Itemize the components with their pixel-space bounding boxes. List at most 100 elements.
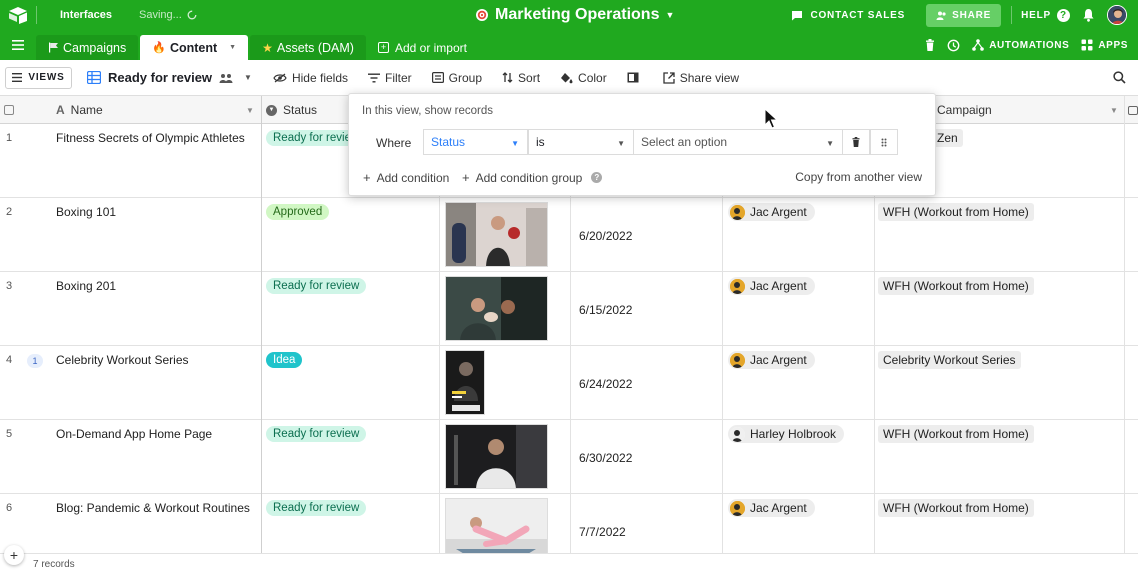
help-button[interactable]: HELP ? (1021, 8, 1070, 22)
attachment-thumbnail[interactable] (445, 424, 548, 489)
table-row[interactable]: 4 1 Celebrity Workout Series Idea 6/24/2… (0, 346, 1138, 420)
hamburger-menu-icon[interactable] (0, 30, 36, 60)
campaign-column-chevron-icon[interactable]: ▼ (1110, 106, 1118, 115)
status-badge[interactable]: Approved (266, 204, 330, 220)
views-button[interactable]: VIEWS (5, 66, 72, 89)
flag-icon (49, 42, 58, 53)
user-avatar[interactable] (1107, 5, 1127, 25)
trash-icon[interactable] (925, 39, 935, 51)
row-height-button[interactable] (627, 72, 639, 83)
owner-chip[interactable]: Jac Argent (728, 351, 815, 369)
attachment-thumbnail[interactable] (445, 350, 485, 415)
share-view-button[interactable]: Share view (663, 71, 739, 85)
airtable-logo-icon[interactable] (0, 0, 36, 30)
add-record-button[interactable]: + (4, 545, 24, 565)
publish-date[interactable]: 6/20/2022 (579, 229, 632, 243)
publish-date[interactable]: 6/24/2022 (579, 377, 632, 391)
plus-square-icon: + (377, 42, 389, 53)
owner-chip[interactable]: Harley Holbrook (728, 425, 845, 443)
filter-field-select[interactable]: Status ▼ (423, 129, 528, 155)
tab-content[interactable]: 🔥 Content ▼ (140, 35, 249, 60)
record-name[interactable]: Boxing 201 (56, 279, 116, 293)
owner-chip[interactable]: Jac Argent (728, 203, 815, 221)
view-chevron-down-icon: ▼ (244, 73, 252, 82)
campaign-chip[interactable]: Zen (932, 129, 963, 147)
paint-bucket-icon (561, 72, 573, 83)
filter-icon (368, 73, 380, 82)
drag-condition-handle[interactable] (870, 129, 898, 155)
status-badge[interactable]: Ready for review (266, 278, 367, 294)
filter-field-value: Status (431, 135, 466, 149)
tab-assets-label: Assets (DAM) (276, 40, 354, 55)
bell-icon[interactable] (1082, 8, 1095, 22)
apps-label: APPS (1098, 39, 1128, 51)
automations-button[interactable]: AUTOMATIONS (972, 39, 1069, 51)
comment-count-badge[interactable]: 1 (27, 354, 43, 368)
select-all-checkbox[interactable] (4, 96, 14, 124)
table-row[interactable]: 3 Boxing 201 Ready for review 6/15/2022 … (0, 272, 1138, 346)
record-name[interactable]: Fitness Secrets of Olympic Athletes (56, 131, 245, 145)
interfaces-link[interactable]: Interfaces (60, 9, 112, 21)
filter-popover: In this view, show records Where Status … (348, 93, 936, 196)
publish-date[interactable]: 6/30/2022 (579, 451, 632, 465)
campaign-chip[interactable]: Celebrity Workout Series (878, 351, 1021, 369)
current-view-selector[interactable]: Ready for review ▼ (87, 70, 252, 85)
column-name-label: Name (70, 103, 103, 117)
filter-value-select[interactable]: Select an option ▼ (633, 129, 843, 155)
campaign-chip[interactable]: WFH (Workout from Home) (878, 425, 1034, 443)
record-name[interactable]: Boxing 101 (56, 205, 116, 219)
grid-view-icon (87, 71, 101, 84)
history-icon[interactable] (947, 39, 960, 52)
status-badge[interactable]: Ready for review (266, 500, 367, 516)
apps-button[interactable]: APPS (1081, 39, 1128, 51)
share-button[interactable]: SHARE (926, 3, 1002, 27)
plus-icon: + (462, 170, 470, 185)
column-header-overflow[interactable] (1128, 96, 1138, 124)
record-name[interactable]: Blog: Pandemic & Workout Routines (56, 501, 250, 515)
filter-button[interactable]: Filter (368, 71, 412, 85)
name-column-chevron-icon[interactable]: ▼ (246, 106, 254, 115)
sort-button[interactable]: Sort (502, 71, 540, 85)
hide-fields-button[interactable]: Hide fields (273, 71, 348, 85)
filter-operator-select[interactable]: is ▼ (528, 129, 634, 155)
search-icon[interactable] (1113, 71, 1126, 84)
owner-chip[interactable]: Jac Argent (728, 277, 815, 295)
attachment-thumbnail[interactable] (445, 202, 548, 267)
owner-chip[interactable]: Jac Argent (728, 499, 815, 517)
help-icon[interactable]: ? (591, 172, 603, 183)
column-header-name[interactable]: A Name (56, 96, 103, 124)
attachment-thumbnail[interactable] (445, 276, 548, 341)
publish-date[interactable]: 7/7/2022 (579, 525, 626, 539)
campaign-chip[interactable]: WFH (Workout from Home) (878, 203, 1034, 221)
color-button[interactable]: Color (560, 71, 607, 85)
row-number: 2 (6, 206, 13, 218)
add-or-import-button[interactable]: + Add or import (368, 35, 477, 60)
add-condition-group-button[interactable]: + Add condition group ? (462, 170, 603, 185)
record-name[interactable]: On-Demand App Home Page (56, 427, 212, 441)
record-name[interactable]: Celebrity Workout Series (56, 353, 189, 367)
column-header-campaign[interactable]: Campaign (937, 96, 992, 124)
status-badge[interactable]: Ready for review (266, 426, 367, 442)
campaign-chip[interactable]: WFH (Workout from Home) (878, 277, 1034, 295)
add-condition-group-label: Add condition group (475, 170, 583, 185)
tab-campaigns[interactable]: Campaigns (36, 35, 139, 60)
table-row[interactable]: 5 On-Demand App Home Page Ready for revi… (0, 420, 1138, 494)
tab-content-chevron-icon[interactable]: ▼ (229, 44, 236, 51)
base-title[interactable]: Marketing Operations ▼ (475, 0, 674, 30)
group-button[interactable]: Group (431, 71, 482, 85)
attachment-thumbnail[interactable] (445, 498, 548, 556)
add-condition-button[interactable]: + Add condition (363, 170, 449, 185)
row-number: 6 (6, 502, 13, 514)
contact-sales-button[interactable]: CONTACT SALES (791, 10, 905, 21)
delete-condition-button[interactable] (842, 129, 870, 155)
chat-icon (792, 10, 803, 20)
copy-from-another-view-button[interactable]: Copy from another view (795, 170, 922, 184)
hide-fields-label: Hide fields (291, 70, 348, 85)
tab-assets[interactable]: ★ Assets (DAM) (250, 35, 366, 60)
campaign-chip[interactable]: WFH (Workout from Home) (878, 499, 1034, 517)
status-badge[interactable]: Idea (266, 352, 303, 368)
column-header-status[interactable]: ▼ Status (266, 96, 317, 124)
publish-date[interactable]: 6/15/2022 (579, 303, 632, 317)
filter-where-label: Where (376, 136, 412, 150)
table-row[interactable]: 2 Boxing 101 Approved 6/20/2022 Jac Arge… (0, 198, 1138, 272)
